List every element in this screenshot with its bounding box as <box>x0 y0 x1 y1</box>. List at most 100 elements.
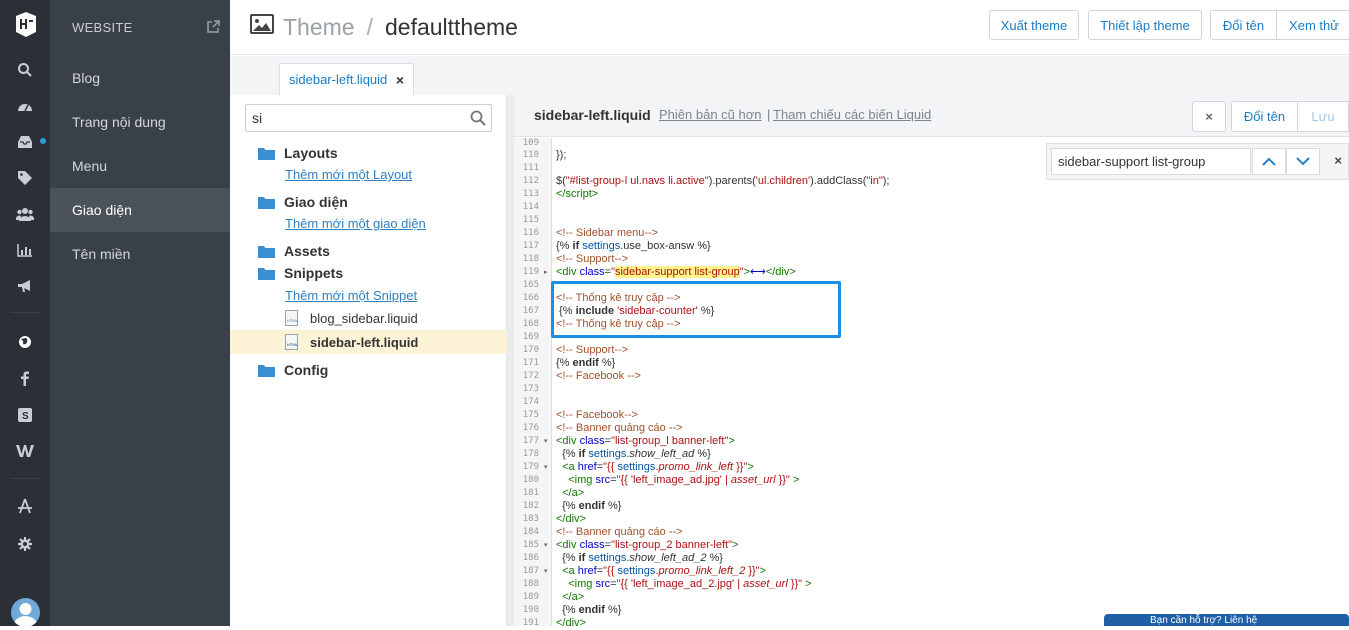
folder-templates[interactable]: Giao diện <box>258 194 348 210</box>
line-number: 167 <box>522 306 539 316</box>
save-button[interactable]: Lưu <box>1297 101 1349 132</box>
sidebar-item-label: Menu <box>72 158 108 174</box>
settings-icon[interactable] <box>15 534 35 554</box>
w-app-icon[interactable] <box>15 441 35 461</box>
line-number: 180 <box>522 475 539 485</box>
liquid-reference-link[interactable]: Tham chiếu các biến Liquid <box>773 107 931 122</box>
rename-file-button[interactable]: Đổi tên <box>1231 101 1298 132</box>
users-icon[interactable] <box>15 204 35 224</box>
code-line: <!-- Sidebar menu--> <box>556 227 659 239</box>
line-number: 190 <box>522 605 539 615</box>
inbox-icon[interactable] <box>15 132 35 152</box>
folder-label: Assets <box>284 243 330 259</box>
line-number: 111 <box>522 163 539 173</box>
fold-arrow-icon[interactable]: ▾ <box>544 539 548 552</box>
folder-icon <box>258 245 275 258</box>
rail-divider <box>10 478 40 479</box>
file-sidebar-left[interactable]: sidebar-left.liquid <box>230 330 507 354</box>
dashboard-icon[interactable] <box>15 96 35 116</box>
code-line: {% if settings.show_left_ad_2 %} <box>556 552 723 564</box>
line-number: 169 <box>522 332 539 342</box>
folder-assets[interactable]: Assets <box>258 243 330 259</box>
folder-icon <box>258 267 275 280</box>
code-line: </a> <box>562 487 585 499</box>
s-app-icon[interactable]: S <box>15 405 35 425</box>
line-number: 110 <box>522 150 539 160</box>
code-line: {% endif %} <box>556 357 616 369</box>
old-versions-link[interactable]: Phiên bản cũ hơn <box>659 107 762 122</box>
fold-arrow-icon[interactable]: ▸ <box>544 266 548 279</box>
sidebar-item-domains[interactable]: Tên miền <box>50 232 230 276</box>
folder-icon <box>258 364 275 377</box>
fold-arrow-icon[interactable]: ▾ <box>544 435 548 448</box>
folder-config[interactable]: Config <box>258 362 328 378</box>
sidebar-item-pages[interactable]: Trang nội dung <box>50 100 230 144</box>
preview-button[interactable]: Xem thử <box>1276 10 1349 40</box>
reports-icon[interactable] <box>15 240 35 260</box>
line-number: 176 <box>522 423 539 433</box>
search-icon[interactable] <box>470 110 486 126</box>
fold-arrow-icon[interactable]: ▾ <box>544 461 548 474</box>
close-icon[interactable]: × <box>1334 153 1342 168</box>
theme-settings-button[interactable]: Thiết lập theme <box>1088 10 1202 40</box>
find-value: sidebar-support list-group <box>1058 154 1206 169</box>
haravan-logo-icon[interactable] <box>13 10 39 38</box>
sidebar-item-menu[interactable]: Menu <box>50 144 230 188</box>
avatar[interactable] <box>11 598 40 627</box>
file-search-input[interactable]: si <box>245 104 492 132</box>
line-number: 175 <box>522 410 539 420</box>
support-chat-widget[interactable]: Bạn cần hỗ trợ? Liên hệ <box>1104 614 1349 626</box>
add-layout-link[interactable]: Thêm mới một Layout <box>285 167 412 182</box>
line-number: 171 <box>522 358 539 368</box>
line-number: 170 <box>522 345 539 355</box>
file-label: blog_sidebar.liquid <box>310 310 418 326</box>
sidebar-item-label: Blog <box>72 70 101 86</box>
code-line: {% if settings.use_box-answ %} <box>556 240 711 252</box>
code-line: <div class="list-group_2 banner-left"> <box>556 539 739 551</box>
search-icon[interactable] <box>15 60 35 80</box>
close-icon[interactable]: × <box>396 72 404 88</box>
find-prev-button[interactable] <box>1252 148 1286 175</box>
sidebar-item-blog[interactable]: Blog <box>50 56 230 100</box>
rename-theme-button[interactable]: Đổi tên <box>1210 10 1277 40</box>
line-number: 181 <box>522 488 539 498</box>
find-next-button[interactable] <box>1286 148 1320 175</box>
breadcrumb-theme[interactable]: Theme <box>283 14 355 40</box>
folder-snippets[interactable]: Snippets <box>258 265 343 281</box>
code-line: }); <box>556 149 567 161</box>
sidebar-item-themes[interactable]: Giao diện <box>50 188 230 232</box>
find-input[interactable]: sidebar-support list-group <box>1051 148 1251 175</box>
apps-icon[interactable] <box>15 496 35 516</box>
code-editor[interactable]: }); $("#list-group-l ul.navs li.active")… <box>556 138 1349 626</box>
add-snippet-link[interactable]: Thêm mới một Snippet <box>285 288 417 303</box>
facebook-icon[interactable] <box>15 368 35 388</box>
close-file-button[interactable]: × <box>1192 101 1226 132</box>
folder-label: Layouts <box>284 145 338 161</box>
sidebar-item-label: Trang nội dung <box>72 114 166 130</box>
line-number: 113 <box>522 189 539 199</box>
tab-sidebar-left[interactable]: sidebar-left.liquid × <box>279 63 414 95</box>
line-number: 116 <box>522 228 539 238</box>
code-line: </div> <box>556 513 586 525</box>
website-header[interactable]: WEBSITE <box>50 0 230 55</box>
code-line: <!-- Support--> <box>556 344 629 356</box>
external-link-icon[interactable] <box>207 20 220 33</box>
panel-resizer[interactable] <box>507 95 514 626</box>
line-number: 117 <box>522 241 539 251</box>
line-number: 186 <box>522 553 539 563</box>
add-template-link[interactable]: Thêm mới một giao diện <box>285 216 426 231</box>
sidebar-nav: WEBSITE Blog Trang nội dung Menu Giao di… <box>50 0 230 626</box>
line-number: 189 <box>522 592 539 602</box>
globe-icon[interactable] <box>15 332 35 352</box>
code-line: <img src="{{ 'left_image_ad_2.jpg' | ass… <box>568 578 812 590</box>
tab-label: sidebar-left.liquid <box>289 72 388 87</box>
export-theme-button[interactable]: Xuất theme <box>989 10 1079 40</box>
file-tabs: sidebar-left.liquid × <box>230 56 1349 95</box>
folder-layouts[interactable]: Layouts <box>258 145 338 161</box>
megaphone-icon[interactable] <box>15 276 35 296</box>
fold-arrow-icon[interactable]: ▾ <box>544 565 548 578</box>
tags-icon[interactable] <box>15 168 35 188</box>
file-blog-sidebar[interactable]: blog_sidebar.liquid <box>285 310 418 326</box>
folder-label: Snippets <box>284 265 344 281</box>
code-line: <!-- Banner quảng cáo --> <box>556 526 683 538</box>
